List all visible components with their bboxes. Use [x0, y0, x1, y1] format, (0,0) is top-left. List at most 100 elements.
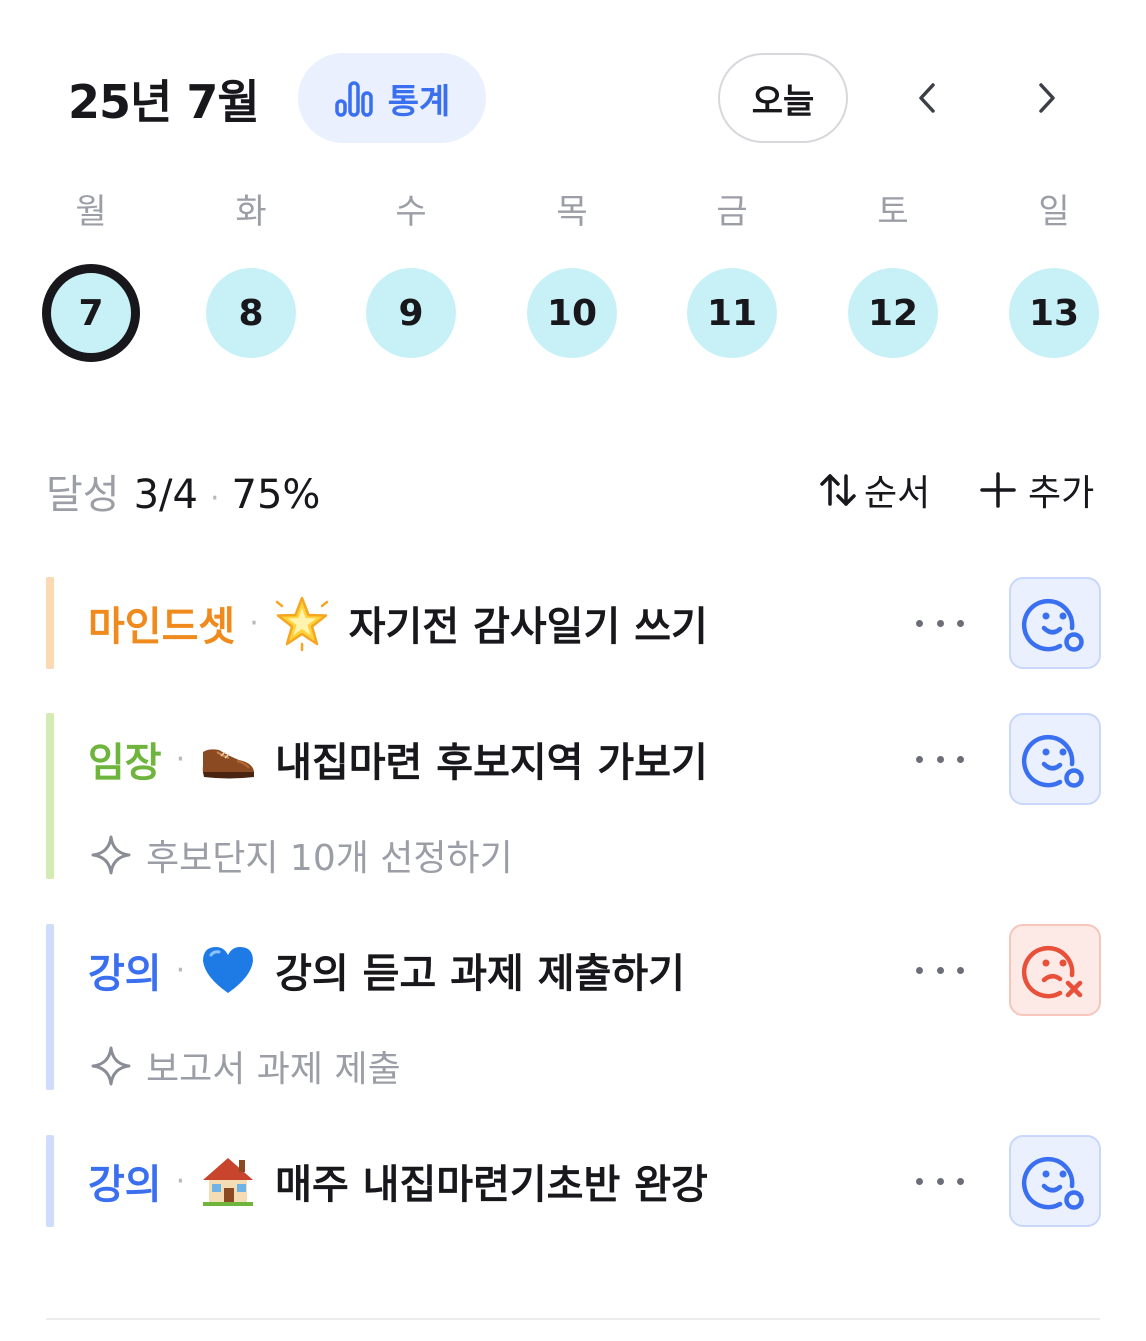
today-label: 오늘: [751, 81, 815, 122]
category-color-bar: [46, 713, 54, 879]
more-dot: [957, 966, 964, 974]
day-tuesday[interactable]: 화 8: [201, 180, 301, 358]
separator-dot: ·: [175, 741, 186, 777]
weekday-label: 목: [556, 192, 588, 232]
task-header: 강의 · 매주 내집마련기초반 완강: [88, 1157, 708, 1208]
weekday-label: 일: [1038, 192, 1070, 232]
stats-button[interactable]: 통계: [298, 53, 486, 143]
task-category: 강의: [88, 1162, 162, 1208]
weekday-label: 화: [235, 192, 267, 232]
prev-week-button[interactable]: [898, 68, 958, 128]
achievement-percent: 75%: [231, 472, 321, 518]
today-button[interactable]: 오늘: [718, 53, 848, 143]
more-dot: [957, 1177, 964, 1185]
task-item[interactable]: 강의 · 강의 듣고 과제 제출하기 보고서 과제 제출: [46, 924, 1102, 1090]
task-title: 매주 내집마련기초반 완강: [275, 1162, 708, 1208]
date-circle[interactable]: 11: [687, 268, 777, 358]
reorder-button[interactable]: 순서: [818, 464, 930, 516]
date-circle[interactable]: 13: [1009, 268, 1099, 358]
smile-pending-icon: [1022, 1156, 1084, 1210]
task-category: 마인드셋: [88, 604, 236, 650]
task-title: 자기전 감사일기 쓰기: [348, 604, 708, 650]
task-header: 강의 · 강의 듣고 과제 제출하기: [88, 946, 685, 997]
sad-fail-icon: [1022, 945, 1083, 999]
achievement-count: 3/4: [133, 472, 198, 518]
task-status-button[interactable]: [1009, 577, 1101, 669]
day-monday[interactable]: 월 7: [41, 180, 141, 362]
weekday-label: 월: [75, 192, 107, 232]
more-dot: [957, 755, 964, 763]
more-dot: [936, 619, 944, 627]
sparkle-icon: [91, 835, 131, 875]
subgoal: 보고서 과제 제출: [90, 1040, 401, 1092]
more-dot: [957, 619, 964, 627]
chevron-right-icon: [1039, 83, 1055, 113]
blue-heart-icon: [199, 941, 257, 999]
task-header: 임장 · 내집마련 후보지역 가보기: [88, 735, 708, 786]
more-dot: [916, 1177, 923, 1185]
chevron-left-icon: [919, 83, 935, 113]
sparkle-icon: [91, 1046, 131, 1086]
glowing-star-icon: [273, 594, 331, 652]
separator-dot: ·: [175, 952, 186, 988]
day-friday[interactable]: 금 11: [682, 180, 782, 358]
more-options-button[interactable]: [916, 739, 964, 779]
separator-dot: ·: [249, 605, 259, 641]
more-options-button[interactable]: [916, 950, 964, 990]
date-circle[interactable]: 10: [527, 268, 617, 358]
month-title: 25년 7월: [68, 75, 260, 129]
task-item[interactable]: 임장 · 내집마련 후보지역 가보기 후보단지 10개 선정하기: [46, 713, 1102, 879]
house-icon: [199, 1152, 257, 1210]
date-circle[interactable]: 8: [206, 268, 296, 358]
sort-arrows-icon: [820, 474, 856, 506]
separator-dot: ·: [175, 1163, 186, 1199]
task-title: 강의 듣고 과제 제출하기: [275, 951, 685, 997]
next-week-button[interactable]: [1016, 68, 1076, 128]
achievement-label: 달성: [46, 472, 120, 518]
more-dot: [936, 1177, 944, 1185]
category-color-bar: [46, 577, 54, 669]
week-strip: 월 7 화 8 수 9 목 10 금 11 토 12 일 13: [0, 180, 1146, 380]
calendar-header: 25년 7월 통계 오늘: [0, 0, 1146, 190]
day-sunday[interactable]: 일 13: [1004, 180, 1104, 358]
add-task-button[interactable]: 추가: [978, 464, 1094, 516]
weekday-label: 토: [877, 192, 909, 232]
more-options-button[interactable]: [916, 1161, 964, 1201]
more-options-button[interactable]: [916, 603, 964, 643]
day-saturday[interactable]: 토 12: [843, 180, 943, 358]
plus-icon: [980, 472, 1016, 508]
divider: [46, 1318, 1100, 1320]
more-dot: [936, 755, 944, 763]
date-circle-selected[interactable]: 7: [42, 264, 140, 362]
day-thursday[interactable]: 목 10: [522, 180, 622, 358]
subgoal-text: 후보단지 10개 선정하기: [146, 838, 513, 879]
date-circle[interactable]: 12: [848, 268, 938, 358]
separator-dot: ·: [209, 481, 220, 516]
category-color-bar: [46, 924, 54, 1090]
task-item[interactable]: 마인드셋 · 자기전 감사일기 쓰기: [46, 577, 1102, 669]
weekday-label: 수: [395, 192, 427, 232]
task-status-button[interactable]: [1009, 924, 1101, 1016]
task-category: 강의: [88, 951, 162, 997]
achievement-summary: 달성 3/4 · 75% 순서 추가: [46, 462, 1100, 518]
add-label: 추가: [1028, 473, 1095, 514]
stats-label: 통계: [387, 81, 451, 122]
achievement-text: 달성 3/4 · 75%: [46, 462, 320, 520]
task-status-button[interactable]: [1009, 713, 1101, 805]
subgoal: 후보단지 10개 선정하기: [90, 829, 513, 881]
bar-chart-icon: [334, 81, 373, 117]
category-color-bar: [46, 1135, 54, 1227]
smile-pending-icon: [1022, 734, 1084, 788]
task-status-button[interactable]: [1009, 1135, 1101, 1227]
smile-pending-icon: [1022, 598, 1084, 652]
weekday-label: 금: [716, 192, 748, 232]
brown-shoe-icon: [199, 730, 257, 788]
task-item[interactable]: 강의 · 매주 내집마련기초반 완강: [46, 1135, 1102, 1227]
more-dot: [916, 619, 923, 627]
date-circle[interactable]: 9: [366, 268, 456, 358]
more-dot: [916, 966, 923, 974]
day-wednesday[interactable]: 수 9: [361, 180, 461, 358]
reorder-label: 순서: [864, 473, 931, 514]
task-category: 임장: [88, 740, 162, 786]
task-header: 마인드셋 · 자기전 감사일기 쓰기: [88, 596, 708, 652]
